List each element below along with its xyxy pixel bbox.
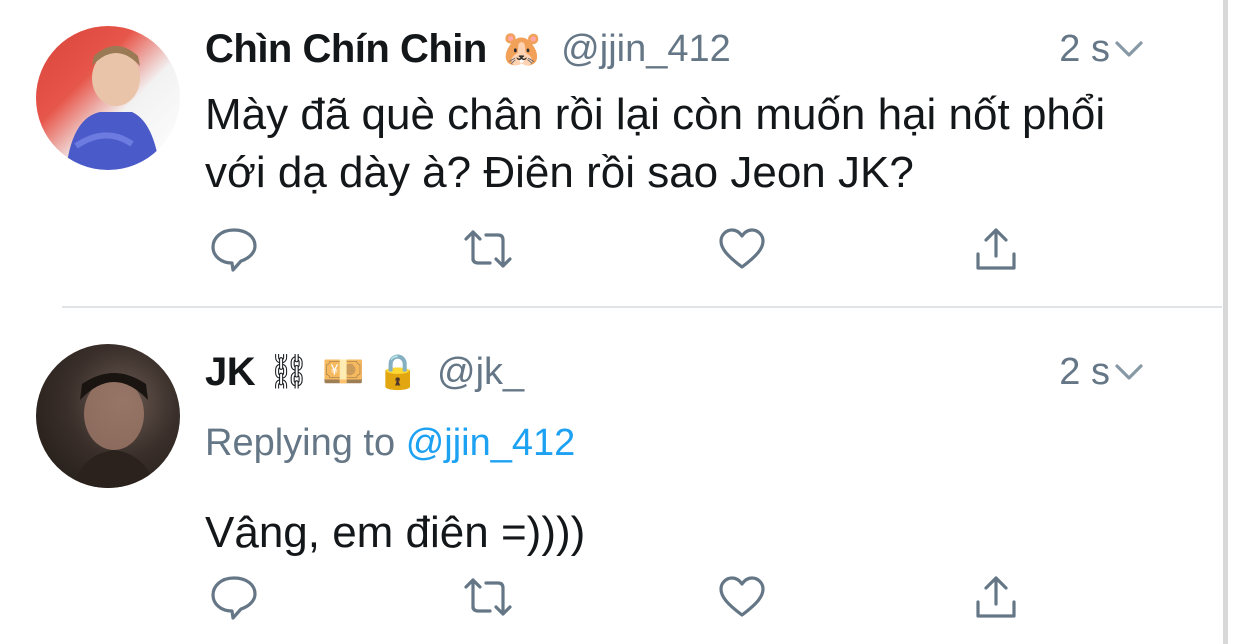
user-handle[interactable]: @jjin_412	[561, 28, 731, 71]
chevron-down-icon[interactable]	[1112, 32, 1146, 66]
replying-mention-link[interactable]: @jjin_412	[406, 422, 576, 464]
timestamp[interactable]: 2 s	[1059, 351, 1110, 394]
user-name[interactable]: Chìn Chín Chin	[205, 27, 487, 72]
share-icon[interactable]	[967, 224, 1025, 274]
user-handle[interactable]: @jk_	[437, 351, 524, 394]
reply-icon[interactable]	[205, 224, 263, 274]
reply-icon[interactable]	[205, 572, 263, 622]
tweet-text: Mày đã què chân rồi lại còn muốn hại nốt…	[205, 90, 1106, 197]
avatar[interactable]	[36, 344, 180, 488]
avatar[interactable]	[36, 26, 180, 170]
tweet-1[interactable]: Chìn Chín Chin 🐹 @jjin_412 2 s Mày đã qu…	[0, 0, 1222, 306]
scrollbar[interactable]	[1223, 0, 1228, 644]
hamster-emoji: 🐹	[500, 30, 544, 68]
like-icon[interactable]	[713, 224, 771, 274]
retweet-icon[interactable]	[459, 224, 517, 274]
lock-icon: 🔒	[376, 353, 419, 391]
retweet-icon[interactable]	[459, 572, 517, 622]
tweet-text: Vâng, em điên =))))	[205, 508, 586, 557]
like-icon[interactable]	[713, 572, 771, 622]
replying-to: Replying to @jjin_412	[205, 422, 575, 465]
replying-label: Replying to	[205, 422, 396, 464]
action-bar	[205, 572, 1045, 622]
chevron-down-icon[interactable]	[1112, 355, 1146, 389]
chain-emoji: ⛓	[267, 353, 311, 391]
tweet-header: Chìn Chín Chin 🐹 @jjin_412 2 s	[205, 24, 1202, 74]
name-badges: ⛓ 💴 🔒	[267, 355, 419, 389]
user-name[interactable]: JK	[205, 350, 256, 395]
tweet-2[interactable]: JK ⛓ 💴 🔒 @jk_ 2 s Replying to @jjin_412 …	[0, 308, 1222, 644]
share-icon[interactable]	[967, 572, 1025, 622]
yen-banknote-emoji: 💴	[322, 353, 365, 391]
timestamp[interactable]: 2 s	[1059, 28, 1110, 71]
tweet-header: JK ⛓ 💴 🔒 @jk_ 2 s	[205, 347, 1202, 397]
action-bar	[205, 224, 1045, 274]
